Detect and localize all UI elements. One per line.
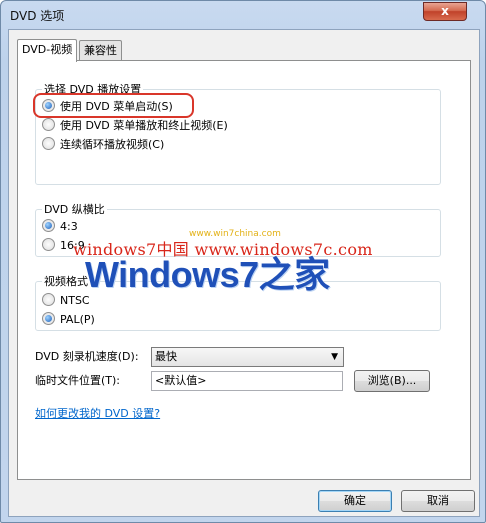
title-bar[interactable]: DVD 选项 x	[1, 1, 485, 29]
radio-ntsc[interactable]: NTSC	[42, 293, 90, 309]
radio-aspect-4-3[interactable]: 4:3	[42, 219, 78, 235]
radio-aspect-16-9[interactable]: 16:9	[42, 238, 85, 254]
tab-dvd-video[interactable]: DVD-视频	[17, 39, 78, 62]
help-link[interactable]: 如何更改我的 DVD 设置?	[35, 405, 160, 421]
radio-indicator	[42, 219, 55, 232]
temp-location-field[interactable]: <默认值>	[151, 371, 343, 391]
radio-label: 使用 DVD 菜单播放和终止视频(E)	[60, 119, 228, 132]
burner-speed-value: 最快	[155, 350, 177, 363]
burner-speed-dropdown[interactable]: 最快 ▼	[151, 347, 344, 367]
radio-indicator	[42, 238, 55, 251]
radio-indicator	[42, 312, 55, 325]
radio-indicator	[42, 118, 55, 131]
radio-label: 16:9	[60, 239, 85, 252]
temp-location-label: 临时文件位置(T):	[35, 374, 121, 387]
aspect-group-label: DVD 纵横比	[42, 201, 107, 217]
window-title: DVD 选项	[10, 9, 65, 23]
dvd-options-dialog: DVD 选项 x DVD-视频 兼容性 选择 DVD 播放设置 使用 DVD 菜…	[0, 0, 486, 523]
radio-loop-video[interactable]: 连续循环播放视频(C)	[42, 137, 164, 153]
radio-pal[interactable]: PAL(P)	[42, 312, 95, 328]
radio-indicator	[42, 293, 55, 306]
radio-label: NTSC	[60, 294, 90, 307]
browse-button[interactable]: 浏览(B)...	[354, 370, 430, 392]
tab-panel-dvd-video: 选择 DVD 播放设置 使用 DVD 菜单启动(S) 使用 DVD 菜单播放和终…	[17, 60, 471, 480]
format-group-label: 视频格式	[42, 273, 90, 289]
cancel-button[interactable]: 取消	[401, 490, 475, 512]
tab-compatibility[interactable]: 兼容性	[79, 40, 122, 61]
radio-label: 4:3	[60, 220, 78, 233]
close-button[interactable]: x	[423, 2, 467, 21]
radio-label: 连续循环播放视频(C)	[60, 138, 165, 151]
ok-button[interactable]: 确定	[318, 490, 392, 512]
radio-label: PAL(P)	[60, 313, 95, 326]
burner-speed-label: DVD 刻录机速度(D):	[35, 350, 139, 363]
video-format-group	[35, 281, 441, 331]
dropdown-arrow-icon: ▼	[331, 352, 338, 362]
radio-indicator	[42, 137, 55, 150]
highlight-ring	[33, 93, 194, 118]
radio-play-and-end-with-menu[interactable]: 使用 DVD 菜单播放和终止视频(E)	[42, 118, 228, 134]
